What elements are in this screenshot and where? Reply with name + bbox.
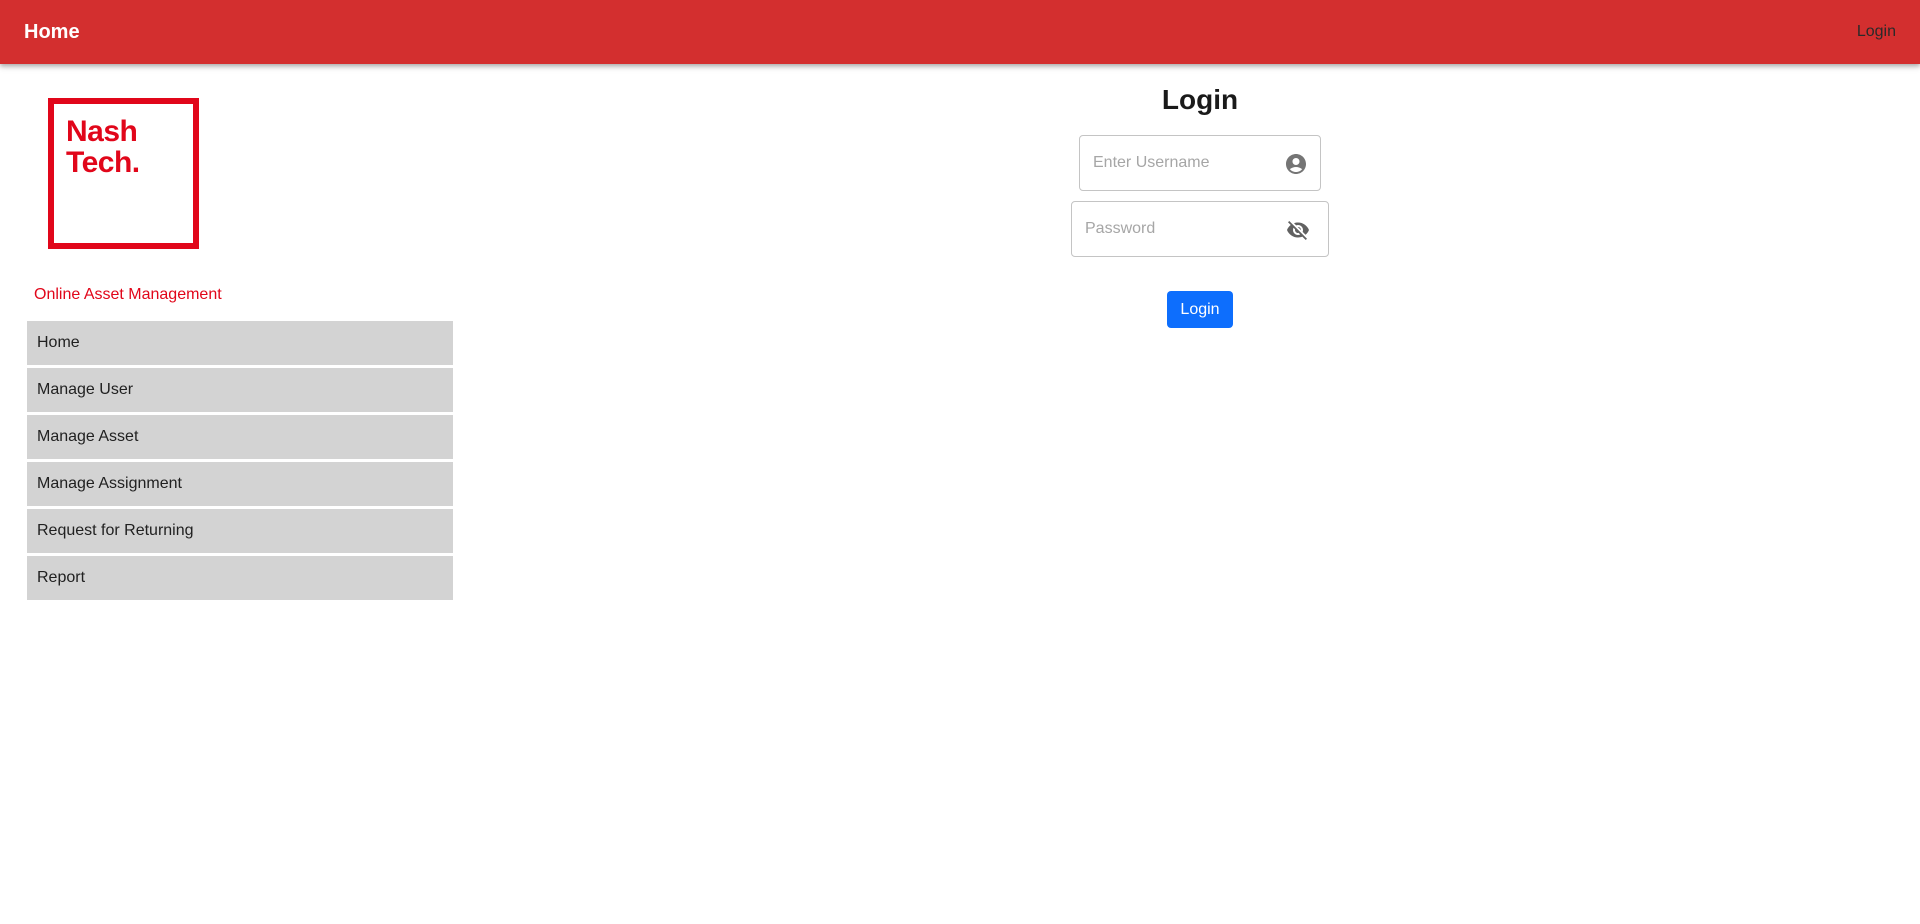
logo-line-2: Tech.: [66, 146, 140, 179]
sidebar-item-label: Manage User: [37, 381, 134, 398]
password-field: [1071, 201, 1329, 257]
logo-line-1: Nash: [66, 115, 138, 148]
sidebar-item-label: Home: [37, 334, 80, 351]
header-login-button[interactable]: Login: [1849, 17, 1904, 47]
sidebar-item-manage-assignment[interactable]: Manage Assignment: [27, 462, 453, 506]
sidebar-menu: Home Manage User Manage Asset Manage Ass…: [27, 321, 453, 603]
sidebar-item-manage-user[interactable]: Manage User: [27, 368, 453, 412]
nashtech-logo: Nash Tech.: [48, 98, 199, 249]
account-circle-icon: [1284, 152, 1308, 176]
login-submit-button[interactable]: Login: [1167, 291, 1233, 328]
logo-text: Nash Tech.: [66, 116, 140, 178]
home-link[interactable]: Home: [24, 21, 80, 44]
sidebar-item-label: Manage Assignment: [37, 475, 182, 492]
login-title: Login: [1161, 84, 1239, 115]
sidebar-item-manage-asset[interactable]: Manage Asset: [27, 415, 453, 459]
sidebar-item-label: Report: [37, 569, 86, 586]
sidebar-item-report[interactable]: Report: [27, 556, 453, 600]
sidebar-item-request-for-returning[interactable]: Request for Returning: [27, 509, 453, 553]
visibility-off-icon[interactable]: [1286, 218, 1310, 242]
sidebar-item-label: Manage Asset: [37, 428, 139, 445]
sidebar-item-home[interactable]: Home: [27, 321, 453, 365]
sidebar-item-label: Request for Returning: [37, 522, 194, 539]
app-bar: Home Login: [0, 0, 1920, 64]
username-field: [1079, 135, 1321, 191]
app-name: Online Asset Management: [34, 286, 222, 303]
